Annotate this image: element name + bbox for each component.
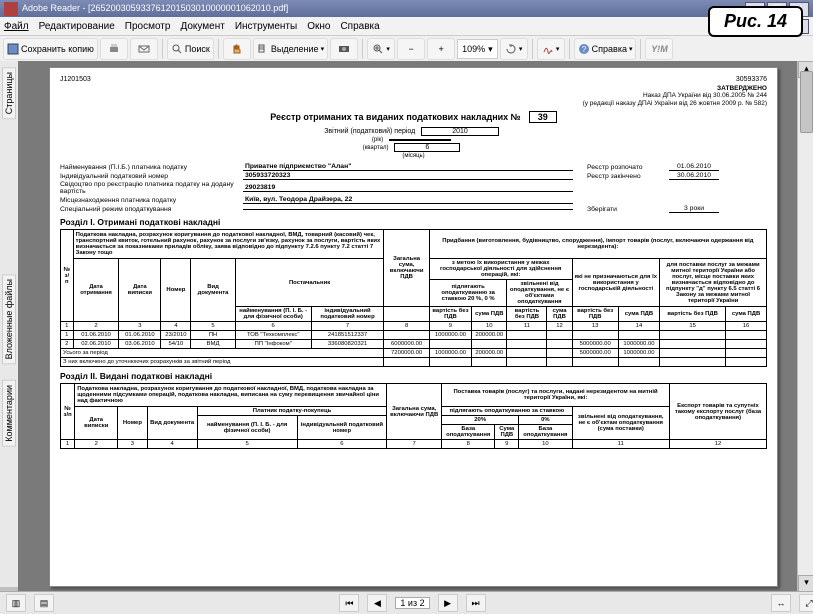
- fit-width-button[interactable]: ↔: [771, 594, 791, 612]
- table-issued: № з/п Податкова накладна, розрахунок кор…: [60, 383, 767, 449]
- sidebar-tab-comments[interactable]: Комментарии: [2, 380, 16, 447]
- brand-button[interactable]: Y!M: [645, 38, 673, 60]
- menu-document[interactable]: Документ: [180, 21, 224, 32]
- sign-button[interactable]: [537, 38, 565, 60]
- doc-code-left: J1201503: [60, 76, 91, 83]
- sidebar-tab-pages[interactable]: Страницы: [2, 67, 16, 119]
- layout-mode-button-2[interactable]: ▤: [34, 594, 54, 612]
- figure-label: Рис. 14: [708, 6, 803, 37]
- last-page-button[interactable]: ⏭: [466, 594, 486, 612]
- approval-block: ЗАТВЕРДЖЕНО Наказ ДПА України від 30.06.…: [60, 85, 767, 107]
- select-button[interactable]: Выделение: [253, 38, 328, 60]
- prev-page-button[interactable]: ◀: [367, 594, 387, 612]
- vertical-scrollbar[interactable]: ▴ ▾: [797, 61, 813, 592]
- rotate-button[interactable]: [500, 38, 528, 60]
- page-number-field[interactable]: 1 из 2: [395, 597, 429, 609]
- layout-mode-button[interactable]: ▥: [6, 594, 26, 612]
- table-row: 202.06.201003.06.201054/10ВМДПП "Інфоком…: [61, 340, 767, 349]
- email-button[interactable]: [130, 38, 158, 60]
- save-copy-button[interactable]: Сохранить копию: [3, 38, 98, 60]
- taxpayer-info: Найменування (П.І.Б.) платника податкуПр…: [60, 163, 767, 213]
- pdf-page: J1201503 30593376 ЗАТВЕРДЖЕНО Наказ ДПА …: [49, 67, 778, 587]
- section1-title: Розділ І. Отримані податкові накладні: [60, 217, 767, 227]
- doc-code-right: 30593376: [736, 76, 767, 83]
- zoom-out-button[interactable]: −: [397, 38, 425, 60]
- menu-window[interactable]: Окно: [307, 21, 330, 32]
- section2-title: Розділ ІІ. Видані податкові накладні: [60, 371, 767, 381]
- svg-text:?: ?: [581, 45, 586, 54]
- sidebar: Страницы Вложенные файлы Комментарии: [0, 61, 19, 587]
- page-navigation-bar: ▥ ▤ ⏮ ◀ 1 из 2 ▶ ⏭ ↔ ⤢: [0, 591, 813, 614]
- registry-title: Реєстр отриманих та виданих податкових н…: [60, 111, 767, 123]
- menu-bar: Файл Редактирование Просмотр Документ Ин…: [0, 17, 813, 36]
- menu-edit[interactable]: Редактирование: [39, 21, 115, 32]
- search-button[interactable]: Поиск: [167, 38, 214, 60]
- menu-tools[interactable]: Инструменты: [235, 21, 297, 32]
- menu-view[interactable]: Просмотр: [125, 21, 171, 32]
- fit-page-button[interactable]: ⤢: [799, 594, 813, 612]
- zoom-combo[interactable]: 109%▾: [457, 39, 498, 59]
- registry-number: 39: [529, 111, 557, 123]
- scroll-thumb[interactable]: [800, 71, 813, 133]
- help-button[interactable]: ?Справка: [574, 38, 637, 60]
- menu-help[interactable]: Справка: [340, 21, 379, 32]
- table-incl-row: З них включено до уточнюючих розрахунків…: [61, 358, 767, 367]
- table-total-row: Усього за період7200000.001000000.002000…: [61, 349, 767, 358]
- window-title: Adobe Reader - [265200305933761201503010…: [22, 0, 288, 17]
- snapshot-button[interactable]: [330, 38, 358, 60]
- toolbar: Сохранить копию Поиск Выделение − + 109%…: [0, 36, 813, 63]
- period-row: Звітний (податковий) період 2010(рік) (к…: [60, 127, 767, 159]
- zoom-plus-button[interactable]: +: [427, 38, 455, 60]
- menu-file[interactable]: Файл: [4, 21, 29, 32]
- app-icon: [4, 2, 18, 16]
- table-row: 101.06.201001.06.201023/2010ПНТОВ "Техко…: [61, 331, 767, 340]
- scroll-down-arrow[interactable]: ▾: [798, 575, 813, 592]
- zoom-in-button[interactable]: [367, 38, 395, 60]
- print-button[interactable]: [100, 38, 128, 60]
- sidebar-tab-attachments[interactable]: Вложенные файлы: [2, 274, 16, 364]
- hand-button[interactable]: [223, 38, 251, 60]
- title-bar: Adobe Reader - [265200305933761201503010…: [0, 0, 813, 17]
- document-view: J1201503 30593376 ЗАТВЕРДЖЕНО Наказ ДПА …: [18, 61, 813, 592]
- first-page-button[interactable]: ⏮: [339, 594, 359, 612]
- table-received: № з/п Податкова накладна, розрахунок кор…: [60, 229, 767, 367]
- next-page-button[interactable]: ▶: [438, 594, 458, 612]
